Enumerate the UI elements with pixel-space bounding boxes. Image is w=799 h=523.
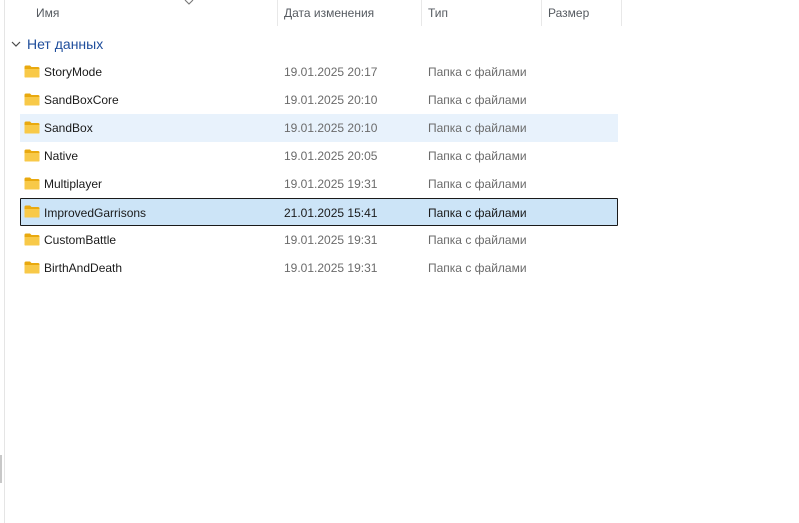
group-header[interactable]: Нет данных	[10, 33, 103, 55]
column-separator[interactable]	[621, 0, 622, 26]
group-header-label: Нет данных	[27, 36, 104, 52]
file-type: Папка с файлами	[428, 261, 527, 275]
folder-icon	[24, 261, 40, 274]
pane-left-border	[4, 0, 5, 523]
column-header-size[interactable]: Размер	[548, 0, 620, 26]
file-type: Папка с файлами	[428, 177, 527, 191]
file-name: SandBox	[44, 121, 93, 135]
column-separator[interactable]	[541, 0, 542, 26]
sort-chevron-icon	[184, 0, 194, 5]
file-date: 19.01.2025 20:17	[284, 65, 378, 79]
folder-icon	[24, 93, 40, 106]
column-header-name-label: Имя	[36, 6, 60, 20]
column-separator[interactable]	[277, 0, 278, 26]
file-type: Папка с файлами	[428, 233, 527, 247]
file-name: SandBoxCore	[44, 93, 119, 107]
file-name: CustomBattle	[44, 233, 117, 247]
column-header-type-label: Тип	[428, 6, 449, 20]
file-name: BirthAndDeath	[44, 261, 123, 275]
file-type: Папка с файлами	[428, 93, 527, 107]
column-header-size-label: Размер	[548, 6, 590, 20]
folder-icon	[24, 233, 40, 246]
chevron-down-icon[interactable]	[10, 38, 22, 50]
file-date: 19.01.2025 20:10	[284, 93, 378, 107]
column-header-bar: Имя Дата изменения Тип Размер	[0, 0, 622, 26]
folder-icon	[24, 149, 40, 162]
file-date: 19.01.2025 19:31	[284, 177, 378, 191]
folder-icon	[24, 65, 40, 78]
file-date: 19.01.2025 19:31	[284, 261, 378, 275]
file-row-multiplayer[interactable]: Multiplayer 19.01.2025 19:31 Папка с фай…	[20, 170, 618, 198]
file-date: 19.01.2025 20:10	[284, 121, 378, 135]
folder-icon	[24, 121, 40, 134]
file-date: 19.01.2025 20:05	[284, 149, 378, 163]
file-row-improvedgarrisons[interactable]: ImprovedGarrisons 21.01.2025 15:41 Папка…	[20, 198, 618, 226]
file-type: Папка с файлами	[428, 121, 527, 135]
file-row-custombattle[interactable]: CustomBattle 19.01.2025 19:31 Папка с фа…	[20, 226, 618, 254]
file-list-pane: Имя Дата изменения Тип Размер Нет данных	[0, 0, 799, 523]
column-header-name[interactable]: Имя	[36, 0, 276, 26]
file-name: StoryMode	[44, 65, 103, 79]
file-date: 21.01.2025 15:41	[284, 206, 378, 220]
folder-icon	[24, 177, 40, 190]
file-type: Папка с файлами	[428, 65, 527, 79]
file-row-storymode[interactable]: StoryMode 19.01.2025 20:17 Папка с файла…	[20, 58, 618, 86]
file-row-sandboxcore[interactable]: SandBoxCore 19.01.2025 20:10 Папка с фай…	[20, 86, 618, 114]
file-name: Multiplayer	[44, 177, 103, 191]
file-type: Папка с файлами	[428, 149, 527, 163]
column-header-type[interactable]: Тип	[428, 0, 540, 26]
file-date: 19.01.2025 19:31	[284, 233, 378, 247]
file-name: Native	[44, 149, 79, 163]
file-row-native[interactable]: Native 19.01.2025 20:05 Папка с файлами	[20, 142, 618, 170]
file-type: Папка с файлами	[428, 206, 527, 220]
column-header-date[interactable]: Дата изменения	[284, 0, 420, 26]
resize-handle[interactable]	[0, 455, 2, 483]
file-row-birthanddeath[interactable]: BirthAndDeath 19.01.2025 19:31 Папка с ф…	[20, 254, 618, 282]
folder-icon	[24, 205, 40, 218]
file-name: ImprovedGarrisons	[44, 206, 147, 220]
file-row-sandbox[interactable]: SandBox 19.01.2025 20:10 Папка с файлами	[20, 114, 618, 142]
column-header-date-label: Дата изменения	[284, 6, 375, 20]
column-separator[interactable]	[421, 0, 422, 26]
file-rows: StoryMode 19.01.2025 20:17 Папка с файла…	[20, 58, 618, 282]
